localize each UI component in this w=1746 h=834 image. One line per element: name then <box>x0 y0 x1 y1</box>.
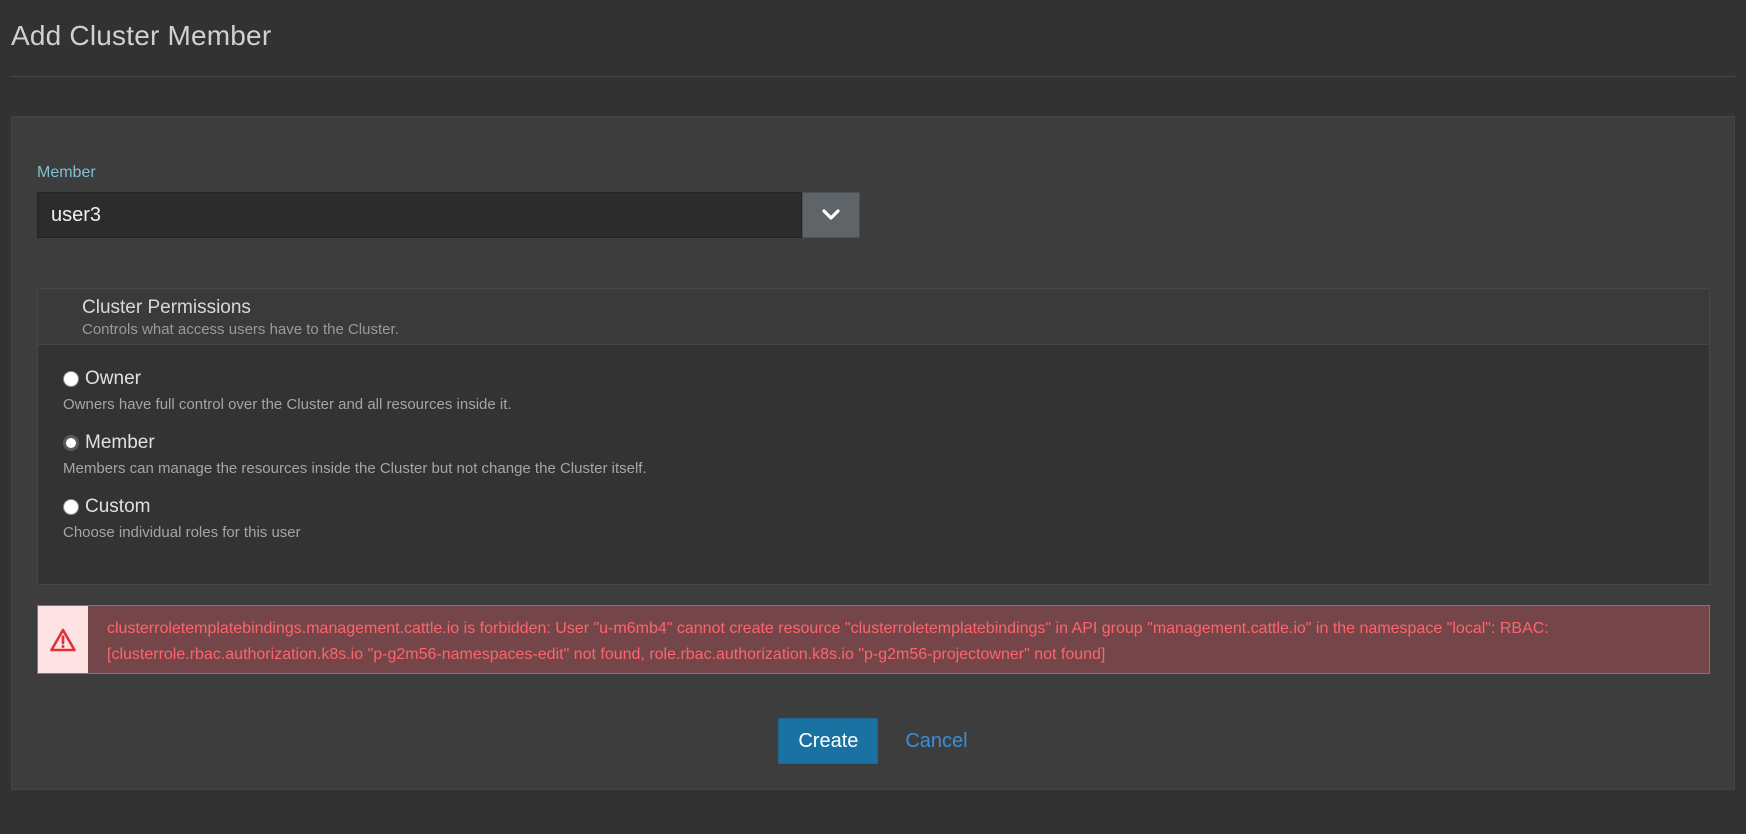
permission-options: Owner Owners have full control over the … <box>38 345 1709 559</box>
permission-option-custom: Custom Choose individual roles for this … <box>63 495 1709 559</box>
form-actions: Create Cancel <box>12 718 1734 764</box>
warning-triangle-icon <box>50 628 76 651</box>
page-title: Add Cluster Member <box>11 20 272 51</box>
custom-radio-row[interactable]: Custom <box>63 495 1709 519</box>
cancel-link[interactable]: Cancel <box>905 730 967 753</box>
cluster-permissions-header: Cluster Permissions Controls what access… <box>38 289 1709 345</box>
permission-option-member: Member Members can manage the resources … <box>63 431 1709 495</box>
member-input[interactable] <box>37 192 802 238</box>
error-banner: clusterroletemplatebindings.management.c… <box>37 605 1710 674</box>
member-radio[interactable] <box>63 435 79 451</box>
error-message: clusterroletemplatebindings.management.c… <box>107 620 1549 663</box>
member-radio-row[interactable]: Member <box>63 431 1709 455</box>
owner-radio-label: Owner <box>85 368 141 389</box>
owner-radio-row[interactable]: Owner <box>63 367 1709 391</box>
member-description: Members can manage the resources inside … <box>63 460 647 477</box>
cluster-permissions: Cluster Permissions Controls what access… <box>37 288 1710 585</box>
chevron-down-icon <box>822 209 840 220</box>
member-radio-label: Member <box>85 432 155 453</box>
page-header: Add Cluster Member <box>11 0 1735 77</box>
member-label: Member <box>37 164 96 181</box>
form-panel: Member Cluster Permissions Controls what… <box>11 116 1735 790</box>
custom-radio[interactable] <box>63 499 79 515</box>
custom-description: Choose individual roles for this user <box>63 524 301 541</box>
create-button[interactable]: Create <box>778 718 879 764</box>
error-icon-box <box>38 606 88 673</box>
custom-radio-label: Custom <box>85 496 151 517</box>
owner-radio[interactable] <box>63 371 79 387</box>
owner-description: Owners have full control over the Cluste… <box>63 396 512 413</box>
cluster-permissions-title: Cluster Permissions <box>82 297 251 318</box>
member-dropdown-button[interactable] <box>802 192 860 238</box>
member-select <box>37 192 860 238</box>
permission-option-owner: Owner Owners have full control over the … <box>63 367 1709 431</box>
cluster-permissions-subtitle: Controls what access users have to the C… <box>82 321 399 338</box>
